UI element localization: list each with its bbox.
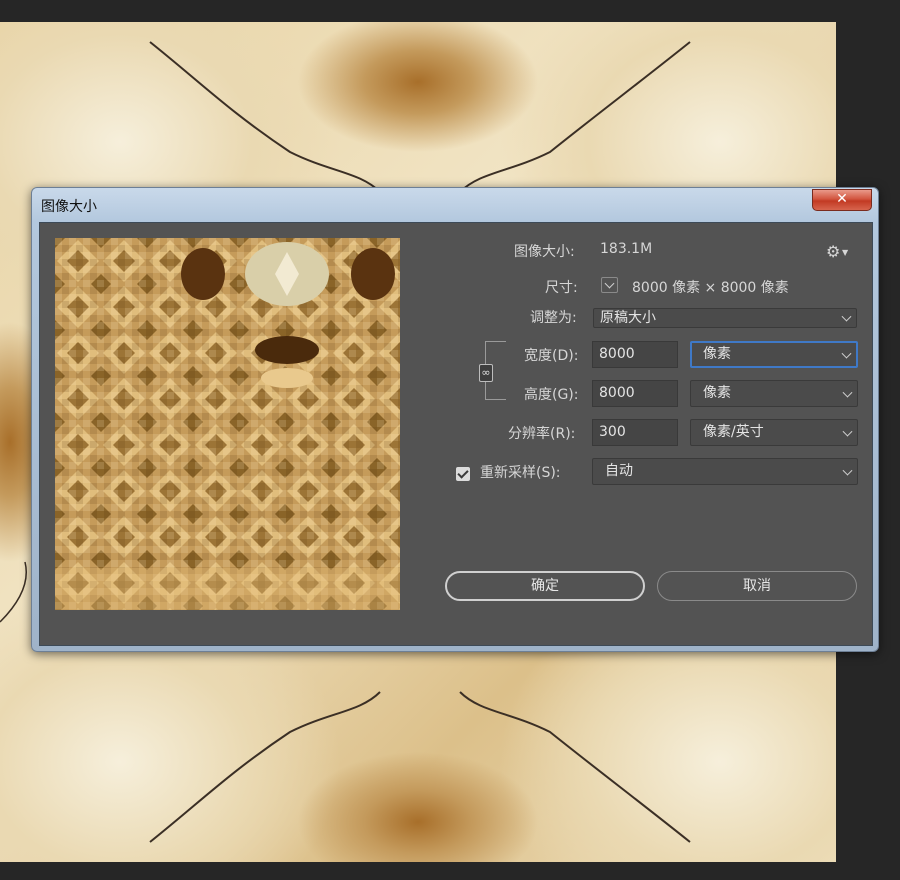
chevron-down-icon <box>842 465 853 476</box>
image-preview[interactable] <box>55 238 400 610</box>
resolution-unit-value: 像素/英寸 <box>703 424 764 440</box>
resolution-input[interactable]: 300 <box>592 419 678 446</box>
resolution-unit-select[interactable]: 像素/英寸 <box>690 419 858 446</box>
dialog-title: 图像大小 <box>41 199 97 215</box>
width-input[interactable]: 8000 <box>592 341 678 368</box>
chevron-down-icon <box>841 311 852 322</box>
gear-icon[interactable]: ⚙ <box>826 242 840 261</box>
close-icon: ✕ <box>836 191 848 207</box>
height-label: 高度(G): <box>524 387 579 403</box>
resample-select[interactable]: 自动 <box>592 458 858 485</box>
link-icon[interactable]: ∞ <box>479 364 493 382</box>
fit-to-label: 调整为: <box>530 310 577 326</box>
height-input[interactable]: 8000 <box>592 380 678 407</box>
constrain-bracket-bottom <box>485 380 506 400</box>
preview-image <box>55 238 400 610</box>
ok-button[interactable]: 确定 <box>445 571 645 601</box>
dialog-body: 图像大小: 183.1M ⚙ ▼ 尺寸: 8000 像素 × 8000 像素 调… <box>39 222 873 646</box>
fit-to-select[interactable]: 原稿大小 <box>593 308 857 328</box>
width-unit-select[interactable]: 像素 <box>690 341 858 368</box>
cancel-button[interactable]: 取消 <box>657 571 857 601</box>
close-button[interactable]: ✕ <box>812 189 872 211</box>
resample-checkbox[interactable] <box>456 467 470 481</box>
chevron-down-icon <box>842 426 853 437</box>
chevron-down-icon <box>841 348 852 359</box>
resolution-label: 分辨率(R): <box>508 426 576 442</box>
width-unit-value: 像素 <box>703 346 731 362</box>
fit-to-value: 原稿大小 <box>600 310 656 326</box>
chevron-down-icon <box>842 387 853 398</box>
height-unit-value: 像素 <box>703 385 731 401</box>
dimensions-unit-dropdown[interactable] <box>601 277 618 293</box>
dimensions-value: 8000 像素 × 8000 像素 <box>632 280 789 296</box>
image-size-value: 183.1M <box>600 241 653 257</box>
height-unit-select[interactable]: 像素 <box>690 380 858 407</box>
dialog-titlebar[interactable]: 图像大小 ✕ <box>32 188 878 222</box>
resample-label: 重新采样(S): <box>480 465 561 481</box>
constrain-bracket-top <box>485 341 506 366</box>
gear-caret-icon: ▼ <box>842 248 849 257</box>
image-size-dialog: 图像大小 ✕ 图像大小: 183.1M ⚙ ▼ 尺寸: 8000 像素 × 80… <box>31 187 879 652</box>
dimensions-label: 尺寸: <box>545 280 578 296</box>
width-label: 宽度(D): <box>524 348 579 364</box>
image-size-label: 图像大小: <box>514 244 575 260</box>
resample-value: 自动 <box>605 463 633 479</box>
